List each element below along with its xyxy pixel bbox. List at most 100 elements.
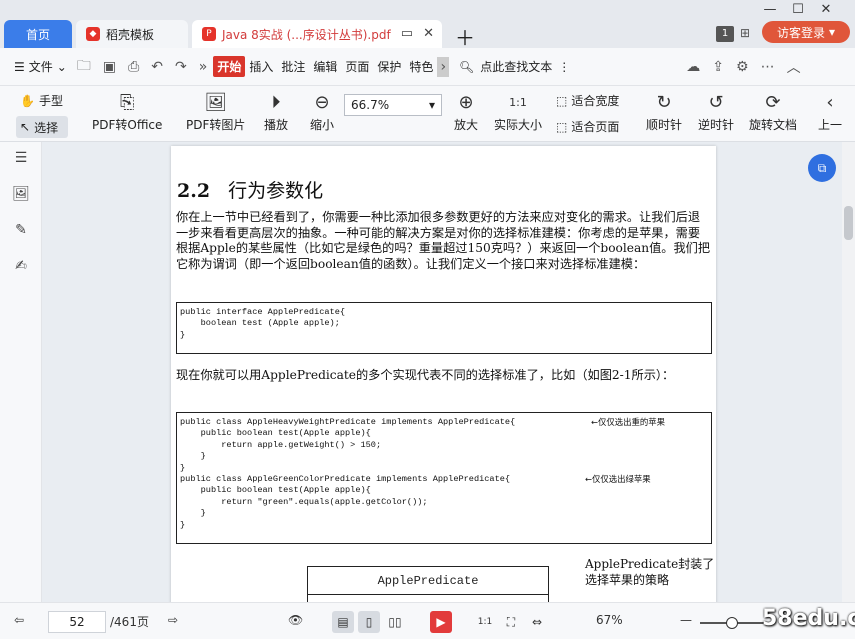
chevron-right-icon[interactable]: › xyxy=(437,56,450,77)
rotate-ccw-button[interactable]: ↺ 逆时针 xyxy=(698,88,734,133)
redo-icon[interactable]: ↷ xyxy=(169,59,193,75)
tab-home-label: 首页 xyxy=(25,27,50,42)
window-count-badge[interactable]: 1 xyxy=(716,26,734,42)
close-window-button[interactable]: ✕ xyxy=(812,2,840,17)
pdf-to-image-button[interactable]: 🖼︎ PDF转图片 xyxy=(186,88,245,133)
menu-feature[interactable]: 特色 xyxy=(405,58,437,75)
tab-bar: 首页 ◆ 稻壳模板 P Java 8实战 (...序设计丛书).pdf ▭ ✕ … xyxy=(0,0,855,51)
collapse-ribbon-icon[interactable]: ︿ xyxy=(781,57,807,77)
tab-home[interactable]: 首页 xyxy=(4,20,72,48)
more-horizontal-icon[interactable]: ⋯ xyxy=(755,59,781,75)
vertical-scrollbar[interactable] xyxy=(842,142,855,602)
settings-icon[interactable]: ⚙ xyxy=(730,59,755,75)
prev-label: 上一 xyxy=(818,118,843,132)
page-number-input[interactable]: 52 xyxy=(48,611,106,633)
minimize-button[interactable]: — xyxy=(756,2,784,17)
code-annotation: ←仅仅选出绿苹果 xyxy=(585,474,651,484)
two-page-view-icon[interactable]: ▯▯ xyxy=(384,611,406,633)
file-menu-label: 文件 xyxy=(28,60,53,74)
prev-page-icon[interactable]: ⇦ xyxy=(14,613,24,627)
select-tool-label: 选择 xyxy=(34,120,59,135)
zoom-out-icon: ⊖ xyxy=(314,91,330,113)
hand-tool[interactable]: ✋ 手型 xyxy=(20,92,63,109)
play-button[interactable]: ⏵ 播放 xyxy=(264,88,288,133)
zoom-slider-knob[interactable] xyxy=(726,617,738,629)
open-folder-icon[interactable]: 🗀 xyxy=(71,55,97,79)
left-sidebar: ☰ 🖼︎ ✎ ✍ xyxy=(0,142,42,602)
tab-document-label: Java 8实战 (...序设计丛书).pdf xyxy=(222,27,391,42)
chevron-left-icon: ‹ xyxy=(826,91,834,113)
play-label: 播放 xyxy=(264,118,289,132)
screen-icon[interactable]: ▭ xyxy=(401,26,413,41)
next-page-icon[interactable]: ⇨ xyxy=(168,613,178,627)
chevron-down-icon: ▾ xyxy=(428,98,435,112)
pdf-to-office-icon: ⎘ xyxy=(120,91,135,113)
save-icon[interactable]: ▣ xyxy=(97,59,122,75)
share-icon[interactable]: ⇪ xyxy=(706,59,730,75)
section-title: 行为参数化 xyxy=(228,180,324,202)
zoom-out-button[interactable]: ⊖ 缩小 xyxy=(310,88,334,133)
fit-page-label: 适合页面 xyxy=(571,120,620,134)
close-tab-icon[interactable]: ✕ xyxy=(423,26,434,41)
single-page-view-icon[interactable]: ▤ xyxy=(332,611,354,633)
login-button[interactable]: 访客登录 ▾ xyxy=(762,21,850,43)
actual-size-status-icon[interactable]: 1:1 xyxy=(474,611,496,633)
menu-insert[interactable]: 插入 xyxy=(245,58,277,75)
signature-icon[interactable]: ✍ xyxy=(12,258,30,276)
scrollbar-thumb[interactable] xyxy=(844,206,853,240)
actual-size-button[interactable]: 1:1 实际大小 xyxy=(494,88,542,133)
zoom-out-label: 缩小 xyxy=(310,118,335,132)
menu-page[interactable]: 页面 xyxy=(341,58,373,75)
menu-edit[interactable]: 编辑 xyxy=(309,58,341,75)
play-red-icon[interactable]: ▶ xyxy=(430,611,452,633)
fit-width-status-icon[interactable]: ⇔ xyxy=(526,611,548,633)
uml-class-name: ApplePredicate xyxy=(308,567,548,595)
eye-protect-icon[interactable]: 👁︎ xyxy=(288,613,303,627)
undo-icon[interactable]: ↶ xyxy=(145,59,169,75)
grid-icon[interactable]: ⊞ xyxy=(740,26,750,40)
zoom-out-status-icon[interactable]: — xyxy=(680,613,692,627)
fit-status-icon[interactable]: ⛶ xyxy=(500,611,522,633)
prev-button[interactable]: ‹ 上一 xyxy=(818,88,842,133)
file-menu[interactable]: ☰ 文件 ⌄ xyxy=(10,58,71,75)
fit-page-button[interactable]: ⬚ 适合页面 xyxy=(556,118,619,135)
pdf-file-icon: P xyxy=(202,27,216,41)
menu-start[interactable]: 开始 xyxy=(213,56,246,77)
annotation-icon[interactable]: ✎ xyxy=(12,222,30,240)
outline-icon[interactable]: ☰ xyxy=(12,150,30,168)
print-icon[interactable]: ⎙ xyxy=(122,59,145,75)
tab-template[interactable]: ◆ 稻壳模板 xyxy=(76,20,188,48)
search-label: 点此查找文本 xyxy=(480,60,553,74)
translate-float-button[interactable]: ⧉ xyxy=(808,154,836,182)
pdf-to-image-label: PDF转图片 xyxy=(186,118,246,132)
zoom-select[interactable]: 66.7% ▾ xyxy=(344,94,442,116)
pdf-page: 2.2 行为参数化 你在上一节中已经看到了，你需要一种比添加很多参数更好的方法来应… xyxy=(171,146,716,602)
document-viewer[interactable]: 2.2 行为参数化 你在上一节中已经看到了，你需要一种比添加很多参数更好的方法来应… xyxy=(42,142,842,602)
paragraph: 你在上一节中已经看到了，你需要一种比添加很多参数更好的方法来应对变化的需求。让我… xyxy=(176,210,711,271)
maximize-button[interactable]: ☐ xyxy=(784,2,812,17)
rotate-doc-button[interactable]: ⟳ 旋转文档 xyxy=(749,88,797,133)
thumbnail-icon[interactable]: 🖼︎ xyxy=(12,186,30,204)
menu-comment[interactable]: 批注 xyxy=(277,58,309,75)
rotate-cw-icon: ↻ xyxy=(656,91,672,113)
rotate-cw-button[interactable]: ↻ 顺时针 xyxy=(646,88,682,133)
more-arrows-icon[interactable]: » xyxy=(193,59,214,75)
cloud-sync-icon[interactable]: ☁ xyxy=(680,59,706,75)
tab-document[interactable]: P Java 8实战 (...序设计丛书).pdf ▭ ✕ xyxy=(192,20,442,48)
fit-width-label: 适合宽度 xyxy=(571,94,620,108)
rotate-doc-icon: ⟳ xyxy=(765,91,781,113)
menu-protect[interactable]: 保护 xyxy=(373,58,405,75)
select-tool[interactable]: ↖ 选择 xyxy=(16,116,68,138)
pdf-to-office-button[interactable]: ⎘ PDF转Office xyxy=(92,88,162,133)
continuous-view-icon[interactable]: ▯ xyxy=(358,611,380,633)
zoom-in-button[interactable]: ⊕ 放大 xyxy=(454,88,478,133)
search-text[interactable]: 🔍︎ 点此查找文本 ⋮ xyxy=(459,58,570,75)
zoom-slider[interactable] xyxy=(700,617,770,629)
code-block: public interface ApplePredicate{ boolean… xyxy=(176,302,712,354)
menu-bar: ☰ 文件 ⌄ 🗀 ▣ ⎙ ↶ ↷ » 开始 插入 批注 编辑 页面 保护 特色 … xyxy=(0,48,855,86)
tab-template-label: 稻壳模板 xyxy=(106,27,155,42)
fit-width-button[interactable]: ⬚ 适合宽度 xyxy=(556,92,619,109)
new-tab-button[interactable]: ＋ xyxy=(455,22,475,51)
rotate-ccw-label: 逆时针 xyxy=(698,118,735,132)
zoom-percent: 67% xyxy=(596,613,623,627)
